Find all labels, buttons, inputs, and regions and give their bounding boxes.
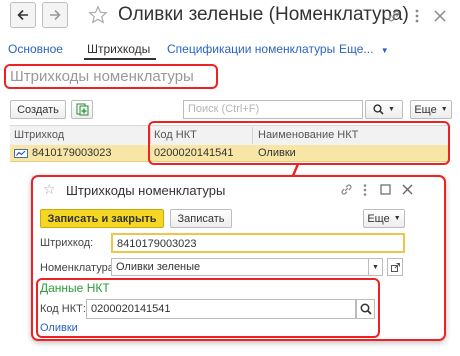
- search-icon: [360, 303, 372, 315]
- dialog-more-button[interactable]: Еще ▼: [363, 209, 405, 228]
- nomenclature-select-button[interactable]: ▼: [369, 258, 383, 276]
- nkt-search-button[interactable]: [356, 299, 375, 319]
- chevron-down-icon: ▼: [393, 215, 401, 222]
- save-button[interactable]: Записать: [170, 209, 232, 228]
- nomenclature-open-button[interactable]: [387, 258, 403, 276]
- nomenclature-field[interactable]: Оливки зеленые: [111, 258, 369, 276]
- save-and-close-button[interactable]: Записать и закрыть: [40, 209, 164, 228]
- nkt-code-label: Код НКТ:: [40, 303, 86, 315]
- barcode-label: Штрихкод:: [40, 237, 94, 249]
- dialog-more-label: Еще: [367, 212, 390, 225]
- nomenclature-label: Номенклатура:: [40, 262, 117, 274]
- dialog-title: Штрихкоды номенклатуры: [66, 183, 226, 198]
- dialog-maximize-icon[interactable]: [380, 184, 391, 195]
- nkt-group-title: Данные НКТ: [40, 281, 110, 295]
- dialog-link-icon[interactable]: [340, 183, 353, 196]
- dialog-close-icon[interactable]: [402, 184, 413, 195]
- open-icon: [390, 262, 400, 272]
- dialog-more-vertical-icon[interactable]: [362, 183, 368, 197]
- nkt-name-link[interactable]: Оливки: [40, 322, 78, 334]
- barcode-field[interactable]: 8410179003023: [111, 233, 405, 253]
- nkt-code-field[interactable]: 0200020141541: [86, 299, 356, 319]
- dialog-star-icon[interactable]: ☆: [43, 181, 56, 198]
